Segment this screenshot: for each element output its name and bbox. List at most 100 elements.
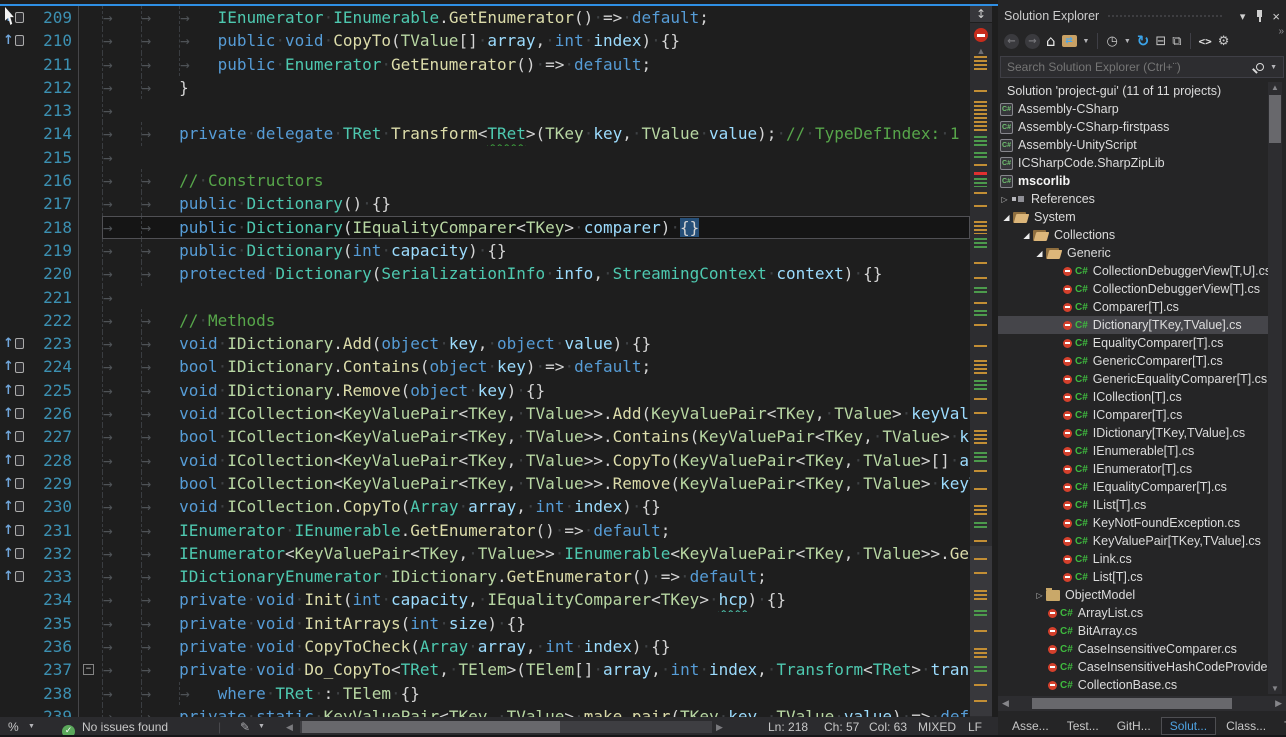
code-line[interactable]: 212→→} [0, 76, 970, 99]
scroll-up-arrow-icon[interactable]: ▲ [970, 46, 992, 56]
tree-horizontal-scrollbar[interactable]: ◀ ▶ [998, 696, 1286, 711]
code-lines-container[interactable]: ↑209→→→IEnumerator·IEnumerable.GetEnumer… [0, 6, 970, 717]
inheritance-margin-icon[interactable]: ↑ [0, 565, 30, 588]
code-text[interactable]: →→} [102, 76, 970, 99]
tree-expanded-arrow-icon[interactable]: ◢ [1033, 249, 1046, 258]
code-line[interactable]: ↑226→→void·ICollection<KeyValuePair<TKey… [0, 402, 970, 425]
code-line[interactable]: ↑223→→void·IDictionary.Add(object·key,·o… [0, 332, 970, 355]
inheritance-margin-icon[interactable]: ↑ [0, 29, 30, 52]
code-text[interactable]: →→//·Methods [102, 309, 970, 332]
code-text[interactable]: →→public·Dictionary()·{} [102, 192, 970, 215]
code-text[interactable]: →→void·IDictionary.Add(object·key,·objec… [102, 332, 970, 355]
code-text[interactable]: →→→where·TRet·:·TElem·{} [102, 682, 970, 705]
tree-item-references[interactable]: ▷References [998, 190, 1268, 208]
code-line[interactable]: ↑230→→void·ICollection.CopyTo(Array·arra… [0, 495, 970, 518]
code-line[interactable]: 237−→→private·void·Do_CopyTo<TRet,·TElem… [0, 658, 970, 681]
tree-item-file[interactable]: C#EqualityComparer[T].cs [998, 334, 1268, 352]
view-code-icon[interactable]: <> [1199, 35, 1212, 48]
code-line[interactable]: ↑232→→IEnumerator<KeyValuePair<TKey,·TVa… [0, 542, 970, 565]
tree-vertical-scrollbar[interactable]: ▲ ▼ [1268, 82, 1282, 694]
scroll-right-arrow-icon[interactable]: ▶ [716, 717, 723, 737]
code-text[interactable]: →→bool·IDictionary.Contains(object·key)·… [102, 355, 970, 378]
code-text[interactable]: →→public·Dictionary(IEqualityComparer<TK… [102, 216, 970, 239]
code-line[interactable]: ↑233→→IDictionaryEnumerator·IDictionary.… [0, 565, 970, 588]
code-text[interactable]: →→public·Dictionary(int·capacity)·{} [102, 239, 970, 262]
code-editor[interactable]: ↑209→→→IEnumerator·IEnumerable.GetEnumer… [0, 0, 998, 737]
tree-item-file[interactable]: C#CollectionDebuggerView[T].cs [998, 280, 1268, 298]
code-line[interactable]: 216→→//·Constructors [0, 169, 970, 192]
scroll-up-arrow-icon[interactable]: ▲ [1268, 83, 1282, 92]
code-line[interactable]: ↑225→→void·IDictionary.Remove(object·key… [0, 379, 970, 402]
forward-button-icon[interactable]: → [1025, 34, 1040, 49]
sync-dropdown-caret-icon[interactable]: ▼ [1083, 38, 1090, 45]
inheritance-margin-icon[interactable]: ↑ [0, 542, 30, 565]
show-all-files-icon[interactable]: ⧉ [1172, 34, 1181, 49]
tool-window-tab-solut[interactable]: Solut... [1161, 717, 1216, 735]
tree-item-project[interactable]: C#Assembly-CSharp-firstpass [998, 118, 1268, 136]
search-box[interactable]: ▼ [1000, 56, 1284, 78]
tree-item-file[interactable]: C#IComparer[T].cs [998, 406, 1268, 424]
tree-item-file[interactable]: C#KeyValuePair[TKey,TValue].cs [998, 532, 1268, 550]
scroll-left-arrow-icon[interactable]: ◀ [286, 717, 293, 737]
tool-window-tab-gith[interactable]: GitH... [1109, 718, 1159, 734]
code-text[interactable]: →→private·static·KeyValuePair<TKey,·TVal… [102, 705, 970, 717]
tree-hscrollbar-thumb[interactable] [1032, 698, 1232, 709]
code-line[interactable]: 236→→private·void·CopyToCheck(Array·arra… [0, 635, 970, 658]
tree-item-file[interactable]: C#Link.cs [998, 550, 1268, 568]
code-text[interactable]: →→→IEnumerator·IEnumerable.GetEnumerator… [102, 6, 970, 29]
code-line[interactable]: ↑210→→→public·void·CopyTo(TValue[]·array… [0, 29, 970, 52]
scroll-right-arrow-icon[interactable]: ▶ [1275, 696, 1282, 711]
code-text[interactable]: → [102, 286, 970, 309]
inheritance-margin-icon[interactable]: ↑ [0, 355, 30, 378]
code-text[interactable]: →→bool·ICollection<KeyValuePair<TKey,·TV… [102, 472, 970, 495]
tool-window-tab-class[interactable]: Class... [1218, 718, 1274, 734]
split-editor-handle-icon[interactable]: ↕ [970, 6, 992, 23]
tree-item-file[interactable]: C#BitArray.cs [998, 622, 1268, 640]
code-line[interactable]: 213→ [0, 99, 970, 122]
code-line[interactable]: ↑227→→bool·ICollection<KeyValuePair<TKey… [0, 425, 970, 448]
code-text[interactable]: →→void·ICollection<KeyValuePair<TKey,·TV… [102, 402, 970, 425]
search-dropdown-caret-icon[interactable]: ▼ [1270, 64, 1277, 71]
editor-vertical-scrollbar[interactable]: ↕ ▲ [970, 6, 992, 717]
inheritance-margin-icon[interactable]: ↑ [0, 449, 30, 472]
tree-item-project[interactable]: C#Assembly-CSharp [998, 100, 1268, 118]
code-text[interactable]: →→bool·ICollection<KeyValuePair<TKey,·TV… [102, 425, 970, 448]
close-icon[interactable]: × [1272, 9, 1280, 24]
tree-item-file[interactable]: C#ICollection[T].cs [998, 388, 1268, 406]
code-line[interactable]: 220→→protected·Dictionary(SerializationI… [0, 262, 970, 285]
toolbar-overflow-icon[interactable]: » [1278, 26, 1284, 37]
tree-item-file[interactable]: C#IEnumerator[T].cs [998, 460, 1268, 478]
code-line[interactable]: 211→→→public·Enumerator·GetEnumerator()·… [0, 53, 970, 76]
code-cleanup-caret-icon[interactable]: ▼ [258, 717, 265, 737]
inheritance-margin-icon[interactable]: ↑ [0, 402, 30, 425]
code-text[interactable]: →→//·Constructors [102, 169, 970, 192]
code-line[interactable]: 215→ [0, 146, 970, 169]
tool-window-tab-asse[interactable]: Asse... [1004, 718, 1057, 734]
tree-item-project[interactable]: C#mscorlib [998, 172, 1268, 190]
health-status-text[interactable]: No issues found [82, 717, 168, 737]
scroll-left-arrow-icon[interactable]: ◀ [1002, 696, 1009, 711]
tool-window-tab-test[interactable]: Test... [1059, 718, 1107, 734]
code-text[interactable]: → [102, 146, 970, 169]
back-button-icon[interactable]: ← [1004, 34, 1019, 49]
horizontal-scrollbar-thumb[interactable] [302, 721, 560, 733]
scroll-down-arrow-icon[interactable]: ▼ [1268, 684, 1282, 693]
tree-item-file[interactable]: C#CaseInsensitiveHashCodeProvider.cs [998, 658, 1268, 676]
code-line[interactable]: ↑231→→IEnumerator·IEnumerable.GetEnumera… [0, 519, 970, 542]
tree-expanded-arrow-icon[interactable]: ◢ [1000, 213, 1013, 222]
code-text[interactable]: →→void·ICollection<KeyValuePair<TKey,·TV… [102, 449, 970, 472]
tree-item-file[interactable]: C#IList[T].cs [998, 496, 1268, 514]
code-cleanup-icon[interactable]: ✎ [240, 717, 250, 737]
code-text[interactable]: →→private·void·InitArrays(int·size)·{} [102, 612, 970, 635]
inheritance-margin-icon[interactable]: ↑ [0, 6, 30, 29]
code-text[interactable]: →→private·delegate·TRet·Transform<TRet>(… [102, 122, 970, 145]
tree-expanded-arrow-icon[interactable]: ◢ [1020, 231, 1033, 240]
tree-item-solution[interactable]: Solution 'project-gui' (11 of 11 project… [998, 82, 1268, 100]
panel-title-bar[interactable]: Solution Explorer ▾ × [998, 4, 1286, 28]
pending-changes-filter-icon[interactable]: ◷ [1106, 34, 1117, 49]
search-input[interactable] [1001, 60, 1256, 74]
code-text[interactable]: →→void·IDictionary.Remove(object·key)·{} [102, 379, 970, 402]
tree-item-project[interactable]: C#ICSharpCode.SharpZipLib [998, 154, 1268, 172]
sync-with-active-document-icon[interactable]: ⇄ [1062, 35, 1077, 47]
tree-item-file[interactable]: C#CaseInsensitiveComparer.cs [998, 640, 1268, 658]
